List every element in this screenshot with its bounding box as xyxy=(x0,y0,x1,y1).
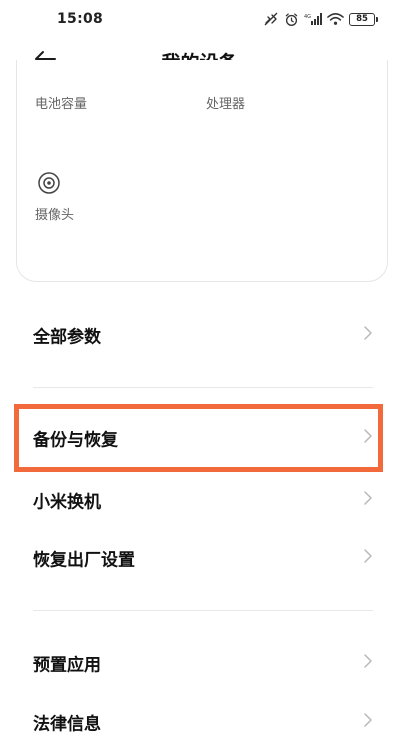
legal-info-label: 法律信息 xyxy=(33,714,101,735)
signal-icon: 4G xyxy=(304,12,322,26)
factory-reset-item[interactable]: 恢复出厂设置 xyxy=(0,533,399,583)
chevron-right-icon xyxy=(363,548,373,568)
all-params-label: 全部参数 xyxy=(33,327,101,348)
svg-text:4G: 4G xyxy=(304,14,311,20)
chevron-right-icon xyxy=(363,712,373,732)
status-icons: 4G 85 xyxy=(263,9,378,29)
mi-mover-label: 小米换机 xyxy=(33,492,101,513)
alarm-icon xyxy=(284,12,299,27)
chevron-right-icon xyxy=(363,325,373,345)
backup-restore-item[interactable]: 备份与恢复 xyxy=(0,413,399,463)
camera-label[interactable]: 摄像头 xyxy=(35,204,74,223)
camera-icon xyxy=(37,171,61,199)
preinstalled-apps-item[interactable]: 预置应用 xyxy=(0,638,399,688)
divider xyxy=(33,610,373,611)
nfc-icon xyxy=(263,11,279,27)
my-device-screen: 15:08 4G 85 电池容量 处理器 摄像头 全部参数 备份与恢复 小米换机… xyxy=(0,0,399,752)
chevron-right-icon xyxy=(363,653,373,673)
all-params-item[interactable]: 全部参数 xyxy=(0,310,399,360)
chevron-right-icon xyxy=(363,490,373,510)
processor-label[interactable]: 处理器 xyxy=(206,93,245,112)
battery-icon: 85 xyxy=(349,12,378,26)
spec-card: 电池容量 处理器 摄像头 xyxy=(16,60,388,282)
divider xyxy=(33,387,373,388)
status-time: 15:08 xyxy=(57,11,104,27)
battery-capacity-label[interactable]: 电池容量 xyxy=(35,93,87,112)
backup-restore-label: 备份与恢复 xyxy=(33,430,118,451)
preinstalled-apps-label: 预置应用 xyxy=(33,655,101,676)
chevron-right-icon xyxy=(363,428,373,448)
factory-reset-label: 恢复出厂设置 xyxy=(33,550,135,571)
wifi-icon xyxy=(327,12,344,26)
mi-mover-item[interactable]: 小米换机 xyxy=(0,475,399,525)
status-bar: 15:08 4G 85 xyxy=(0,0,399,38)
legal-info-item[interactable]: 法律信息 xyxy=(0,697,399,747)
